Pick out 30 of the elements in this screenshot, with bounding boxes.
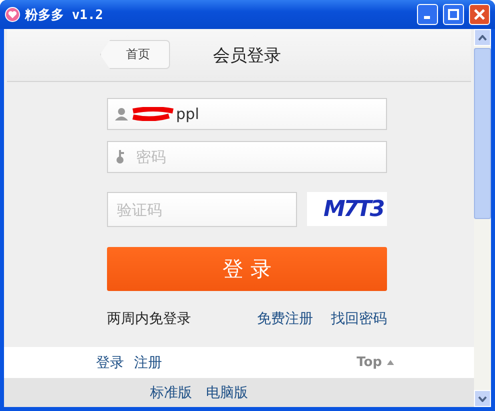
key-icon: [116, 150, 125, 164]
user-icon: [115, 108, 128, 120]
caret-up-icon: [387, 360, 394, 365]
caret-down-icon: [478, 396, 487, 402]
footer-link[interactable]: 注册: [134, 354, 162, 372]
recover-password-link[interactable]: 找回密码: [331, 310, 387, 328]
password-field[interactable]: 密码: [107, 141, 387, 173]
scroll-up-button[interactable]: [474, 29, 491, 46]
captcha-code: M7T3: [307, 192, 387, 226]
username-field[interactable]: ppl: [107, 98, 387, 130]
maximize-icon: [448, 9, 459, 20]
footer-link[interactable]: 登录: [96, 354, 124, 372]
maximize-button[interactable]: [443, 4, 464, 25]
caret-up-icon: [478, 34, 487, 40]
redaction-mark: [131, 107, 175, 121]
version-link[interactable]: 电脑版: [206, 384, 248, 402]
minimize-button[interactable]: [417, 4, 438, 25]
window-title: 粉多多 v1.2: [25, 6, 104, 24]
close-button[interactable]: [469, 4, 490, 25]
scroll-thumb[interactable]: [474, 48, 491, 219]
version-link[interactable]: 标准版: [150, 384, 192, 402]
close-icon: [474, 9, 485, 20]
page-title: 会员登录: [212, 44, 281, 66]
scroll-down-button[interactable]: [474, 390, 491, 407]
scrollbar[interactable]: [474, 29, 491, 407]
captcha-field[interactable]: 验证码: [107, 192, 297, 227]
remember-label: 两周内免登录: [107, 310, 192, 328]
home-button[interactable]: 首页: [100, 40, 170, 69]
top-link[interactable]: Top: [356, 355, 394, 370]
register-link[interactable]: 免费注册: [257, 310, 313, 328]
